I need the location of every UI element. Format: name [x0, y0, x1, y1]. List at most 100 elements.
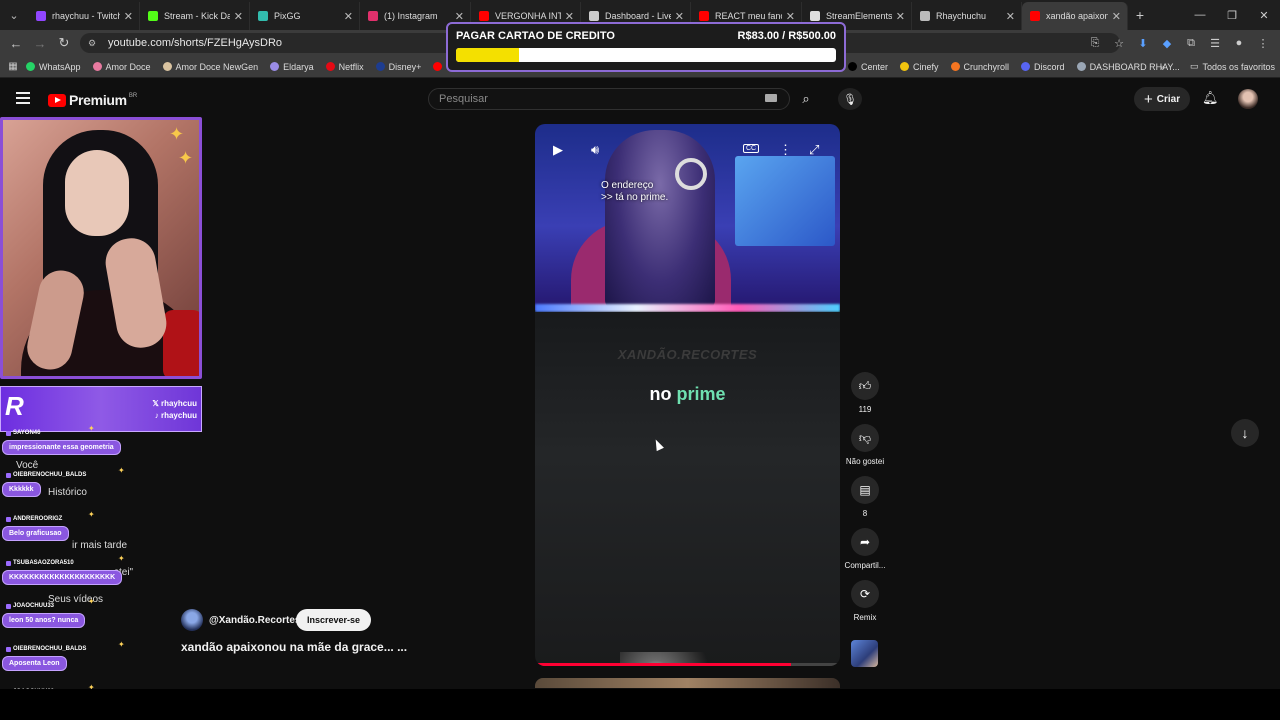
comments-button[interactable]: ▤ 8	[843, 476, 887, 518]
chat-text: leon 50 anos? nunca	[2, 613, 86, 628]
fullscreen-icon[interactable]: ⤢	[809, 142, 819, 158]
tab-close-icon[interactable]: ✕	[344, 10, 353, 23]
bookmark-item[interactable]: Discord	[1021, 62, 1065, 72]
more-options-icon[interactable]: ⋮	[779, 142, 792, 158]
bookmark-favicon-icon	[848, 62, 857, 71]
like-button[interactable]: 👍︎ 119	[843, 372, 887, 414]
bookmark-item[interactable]: Eldarya	[270, 62, 314, 72]
profile-icon[interactable]: ●	[1230, 33, 1248, 53]
sound-thumbnail[interactable]	[851, 640, 878, 667]
channel-info[interactable]: @Xandão.Recortes	[181, 609, 300, 631]
browser-tab[interactable]: Rhaychuchu ✕	[912, 2, 1022, 30]
bookmark-item[interactable]: Crunchyroll	[950, 62, 1009, 72]
share-icon: ➦	[851, 528, 879, 556]
tab-favicon-icon	[699, 11, 709, 21]
bookmark-favicon-icon	[270, 62, 280, 71]
tab-close-icon[interactable]: ✕	[1006, 10, 1015, 23]
chat-username: JOAOCHUU33	[13, 603, 55, 609]
minimize-icon[interactable]: —	[1184, 0, 1216, 30]
bookmark-label: Cinefy	[913, 61, 939, 72]
tab-title: Stream - Kick Dashboard	[164, 11, 230, 21]
play-icon[interactable]: ▶	[553, 142, 563, 158]
apps-icon[interactable]: ▦	[0, 61, 26, 72]
create-button[interactable]: + Criar	[1134, 87, 1191, 111]
bookmark-star-icon[interactable]: ☆	[1110, 33, 1128, 53]
site-info-icon[interactable]: ⚙	[88, 38, 102, 49]
all-bookmarks-folder[interactable]: ▭ Todos os favoritos	[1190, 61, 1275, 72]
bookmark-favicon-icon	[162, 62, 172, 71]
dislike-label: Não gostei	[845, 457, 885, 466]
tab-close-icon[interactable]: ✕	[675, 10, 684, 23]
captions-icon[interactable]: CC	[743, 144, 760, 153]
next-video-arrow-icon[interactable]: ↓	[1231, 419, 1259, 447]
bookmark-item[interactable]: Amor Doce NewGen	[162, 62, 258, 72]
bookmark-item[interactable]: Amor Doce	[92, 62, 151, 72]
bookmark-item[interactable]: Disney+	[375, 62, 421, 72]
twitter-handle: rhayhcuu	[160, 399, 197, 408]
star-icon: ✦	[178, 148, 194, 168]
browser-tab[interactable]: rhaychuu - Twitch ✕	[28, 2, 140, 30]
menu-icon[interactable]: ⋮	[1254, 33, 1272, 53]
dislike-button[interactable]: 👎︎ Não gostei	[843, 424, 887, 466]
extensions-icon[interactable]: ⧉	[1182, 33, 1200, 53]
reload-icon[interactable]: ↻	[52, 35, 76, 51]
bookmark-favicon-icon	[900, 62, 910, 71]
donation-goal: PAGAR CARTAO DE CREDITO R$83.00 / R$500.…	[446, 22, 846, 72]
bookmark-item[interactable]: Cinefy	[900, 62, 939, 72]
notifications-bell-icon[interactable]: 🔔︎	[1202, 90, 1219, 106]
tab-close-icon[interactable]: ✕	[455, 10, 464, 23]
next-short-preview[interactable]	[535, 678, 840, 688]
maximize-icon[interactable]: ❐	[1216, 0, 1248, 30]
account-avatar[interactable]	[1238, 89, 1258, 109]
search-icon[interactable]: ⌕	[792, 88, 820, 110]
browser-tab[interactable]: PixGG ✕	[250, 2, 360, 30]
sidebar-voce[interactable]: Você	[16, 460, 38, 471]
keyboard-icon[interactable]	[765, 94, 777, 102]
new-tab-button[interactable]: +	[1128, 7, 1152, 23]
install-icon[interactable]: ⎘	[1086, 33, 1104, 53]
sparkle-icon: ✦	[118, 466, 125, 475]
reading-list-icon[interactable]: ☰	[1206, 33, 1224, 53]
tab-favicon-icon	[479, 11, 489, 21]
bookmark-item[interactable]: WhatsApp	[26, 62, 81, 72]
shorts-player[interactable]: O endereço >> tá no prime. XANDÃO.RECORT…	[535, 124, 840, 666]
badge-icon	[6, 646, 11, 652]
share-button[interactable]: ➦ Compartil...	[843, 528, 887, 570]
extension-drop-icon[interactable]: ◆	[1158, 33, 1176, 53]
tab-close-icon[interactable]: ✕	[565, 10, 574, 23]
bookmark-item[interactable]: Netflix	[325, 62, 364, 72]
video-title[interactable]: xandão apaixonou na mãe da grace... ...	[181, 640, 407, 654]
youtube-logo[interactable]: Premium BR	[48, 92, 137, 108]
tab-close-icon[interactable]: ✕	[896, 10, 905, 23]
microphone-icon[interactable]: 🎙︎	[838, 88, 862, 110]
channel-avatar[interactable]	[181, 609, 203, 631]
search-input[interactable]: Pesquisar	[428, 88, 790, 110]
download-icon[interactable]: ⬇	[1134, 33, 1152, 53]
close-window-icon[interactable]: ✕	[1248, 0, 1280, 30]
bookmark-item[interactable]: Center	[848, 62, 888, 72]
remix-button[interactable]: ⟳ Remix	[843, 580, 887, 622]
more-bookmarks-icon[interactable]: »	[1160, 62, 1165, 72]
guide-menu-icon[interactable]	[16, 92, 30, 107]
tab-title: PixGG	[274, 11, 301, 21]
tab-search-icon[interactable]: ⌄	[0, 0, 28, 30]
browser-tab[interactable]: xandão apaixono ✕	[1022, 2, 1128, 30]
browser-tab[interactable]: Stream - Kick Dashboard ✕	[140, 2, 250, 30]
goal-amount: R$83.00 / R$500.00	[737, 30, 836, 42]
chat-text: Aposenta Leon	[2, 656, 67, 671]
back-icon[interactable]: ←	[4, 36, 28, 51]
sidebar-watch-later[interactable]: ir mais tarde	[72, 540, 127, 551]
channel-name[interactable]: @Xandão.Recortes	[209, 615, 300, 626]
video-progress-bar[interactable]	[535, 663, 840, 666]
tab-close-icon[interactable]: ✕	[234, 10, 243, 23]
tab-close-icon[interactable]: ✕	[1112, 10, 1121, 23]
tab-close-icon[interactable]: ✕	[786, 10, 795, 23]
tab-close-icon[interactable]: ✕	[124, 10, 133, 23]
like-count: 119	[858, 405, 872, 414]
chat-message: JOAOCHUU33 leon 50 anos? nunca	[2, 603, 86, 628]
chat-username: OIEBRENOCHUU_BALDS	[13, 646, 87, 652]
subscribe-button[interactable]: Inscrever-se	[296, 609, 372, 631]
create-label: Criar	[1156, 93, 1181, 105]
forward-icon[interactable]: →	[28, 36, 52, 51]
volume-icon[interactable]: 🔊︎	[591, 142, 599, 158]
